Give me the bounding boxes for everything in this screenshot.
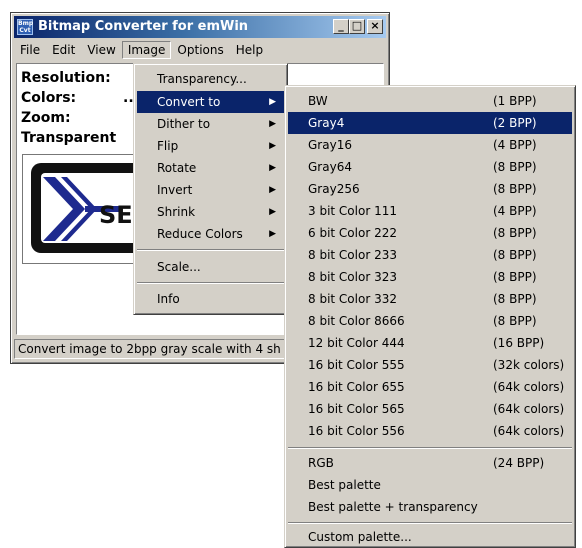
submenu-arrow-icon: ▶ <box>269 185 276 195</box>
menu-item-invert[interactable]: Invert ▶ <box>137 179 284 201</box>
status-text: Convert image to 2bpp gray scale with 4 … <box>18 342 281 356</box>
menu-item-gray256[interactable]: Gray256 (8 BPP) <box>288 178 572 200</box>
menu-file[interactable]: File <box>14 41 46 59</box>
menu-item-color-111[interactable]: 3 bit Color 111 (4 BPP) <box>288 200 572 222</box>
submenu-arrow-icon: ▶ <box>269 97 276 107</box>
menu-item-color-323[interactable]: 8 bit Color 323 (8 BPP) <box>288 266 572 288</box>
logo-text: SE <box>99 201 133 229</box>
menu-separator <box>137 282 284 284</box>
menu-item-color-332[interactable]: 8 bit Color 332 (8 BPP) <box>288 288 572 310</box>
menu-item-reduce-colors[interactable]: Reduce Colors ▶ <box>137 223 284 245</box>
menu-view[interactable]: View <box>81 41 121 59</box>
menu-item-gray4[interactable]: Gray4 (2 BPP) <box>288 112 572 134</box>
window-title: Bitmap Converter for emWin <box>38 19 249 34</box>
colors-label: Colors: <box>21 90 77 106</box>
menu-item-dither-to[interactable]: Dither to ▶ <box>137 113 284 135</box>
menu-item-bw[interactable]: BW (1 BPP) <box>288 90 572 112</box>
menu-item-shrink[interactable]: Shrink ▶ <box>137 201 284 223</box>
close-button[interactable]: × <box>367 19 383 34</box>
image-menu: Transparency... Convert to ▶ Dither to ▶… <box>133 63 288 315</box>
title-bar[interactable]: Bmp Cvt Bitmap Converter for emWin _ □ × <box>14 16 386 38</box>
submenu-arrow-icon: ▶ <box>269 163 276 173</box>
resolution-label: Resolution: <box>21 70 111 86</box>
menu-item-custom-palette[interactable]: Custom palette... <box>288 526 572 548</box>
menu-item-color-556[interactable]: 16 bit Color 556 (64k colors) <box>288 420 572 442</box>
menu-item-color-444[interactable]: 12 bit Color 444 (16 BPP) <box>288 332 572 354</box>
menu-item-info[interactable]: Info <box>137 288 284 310</box>
menu-bar: File Edit View Image Options Help <box>14 40 386 60</box>
menu-item-convert-to[interactable]: Convert to ▶ <box>137 91 284 113</box>
menu-item-color-8666[interactable]: 8 bit Color 8666 (8 BPP) <box>288 310 572 332</box>
minimize-button[interactable]: _ <box>333 19 349 34</box>
menu-item-transparency[interactable]: Transparency... <box>137 68 284 90</box>
menu-image[interactable]: Image <box>121 41 172 59</box>
menu-item-color-222[interactable]: 6 bit Color 222 (8 BPP) <box>288 222 572 244</box>
menu-separator <box>288 522 572 524</box>
menu-separator <box>288 447 572 449</box>
submenu-arrow-icon: ▶ <box>269 141 276 151</box>
menu-item-rotate[interactable]: Rotate ▶ <box>137 157 284 179</box>
maximize-button[interactable]: □ <box>349 19 365 34</box>
menu-item-gray16[interactable]: Gray16 (4 BPP) <box>288 134 572 156</box>
submenu-arrow-icon: ▶ <box>269 119 276 129</box>
submenu-arrow-icon: ▶ <box>269 207 276 217</box>
transparent-label: Transparent <box>21 130 117 146</box>
zoom-label: Zoom: <box>21 110 71 126</box>
menu-separator <box>137 249 284 251</box>
submenu-arrow-icon: ▶ <box>269 229 276 239</box>
menu-item-best-palette[interactable]: Best palette <box>288 474 572 496</box>
menu-item-color-555[interactable]: 16 bit Color 555 (32k colors) <box>288 354 572 376</box>
menu-item-scale[interactable]: Scale... <box>137 256 284 278</box>
menu-help[interactable]: Help <box>230 41 269 59</box>
app-icon[interactable]: Bmp Cvt <box>17 19 33 35</box>
menu-item-color-655[interactable]: 16 bit Color 655 (64k colors) <box>288 376 572 398</box>
menu-item-color-233[interactable]: 8 bit Color 233 (8 BPP) <box>288 244 572 266</box>
menu-edit[interactable]: Edit <box>46 41 81 59</box>
menu-item-rgb[interactable]: RGB (24 BPP) <box>288 452 572 474</box>
menu-item-gray64[interactable]: Gray64 (8 BPP) <box>288 156 572 178</box>
menu-item-color-565[interactable]: 16 bit Color 565 (64k colors) <box>288 398 572 420</box>
menu-item-best-palette-transparency[interactable]: Best palette + transparency <box>288 496 572 518</box>
menu-item-flip[interactable]: Flip ▶ <box>137 135 284 157</box>
convert-to-submenu: BW (1 BPP) Gray4 (2 BPP) Gray16 (4 BPP) Gra… <box>284 85 576 548</box>
menu-options[interactable]: Options <box>171 41 229 59</box>
